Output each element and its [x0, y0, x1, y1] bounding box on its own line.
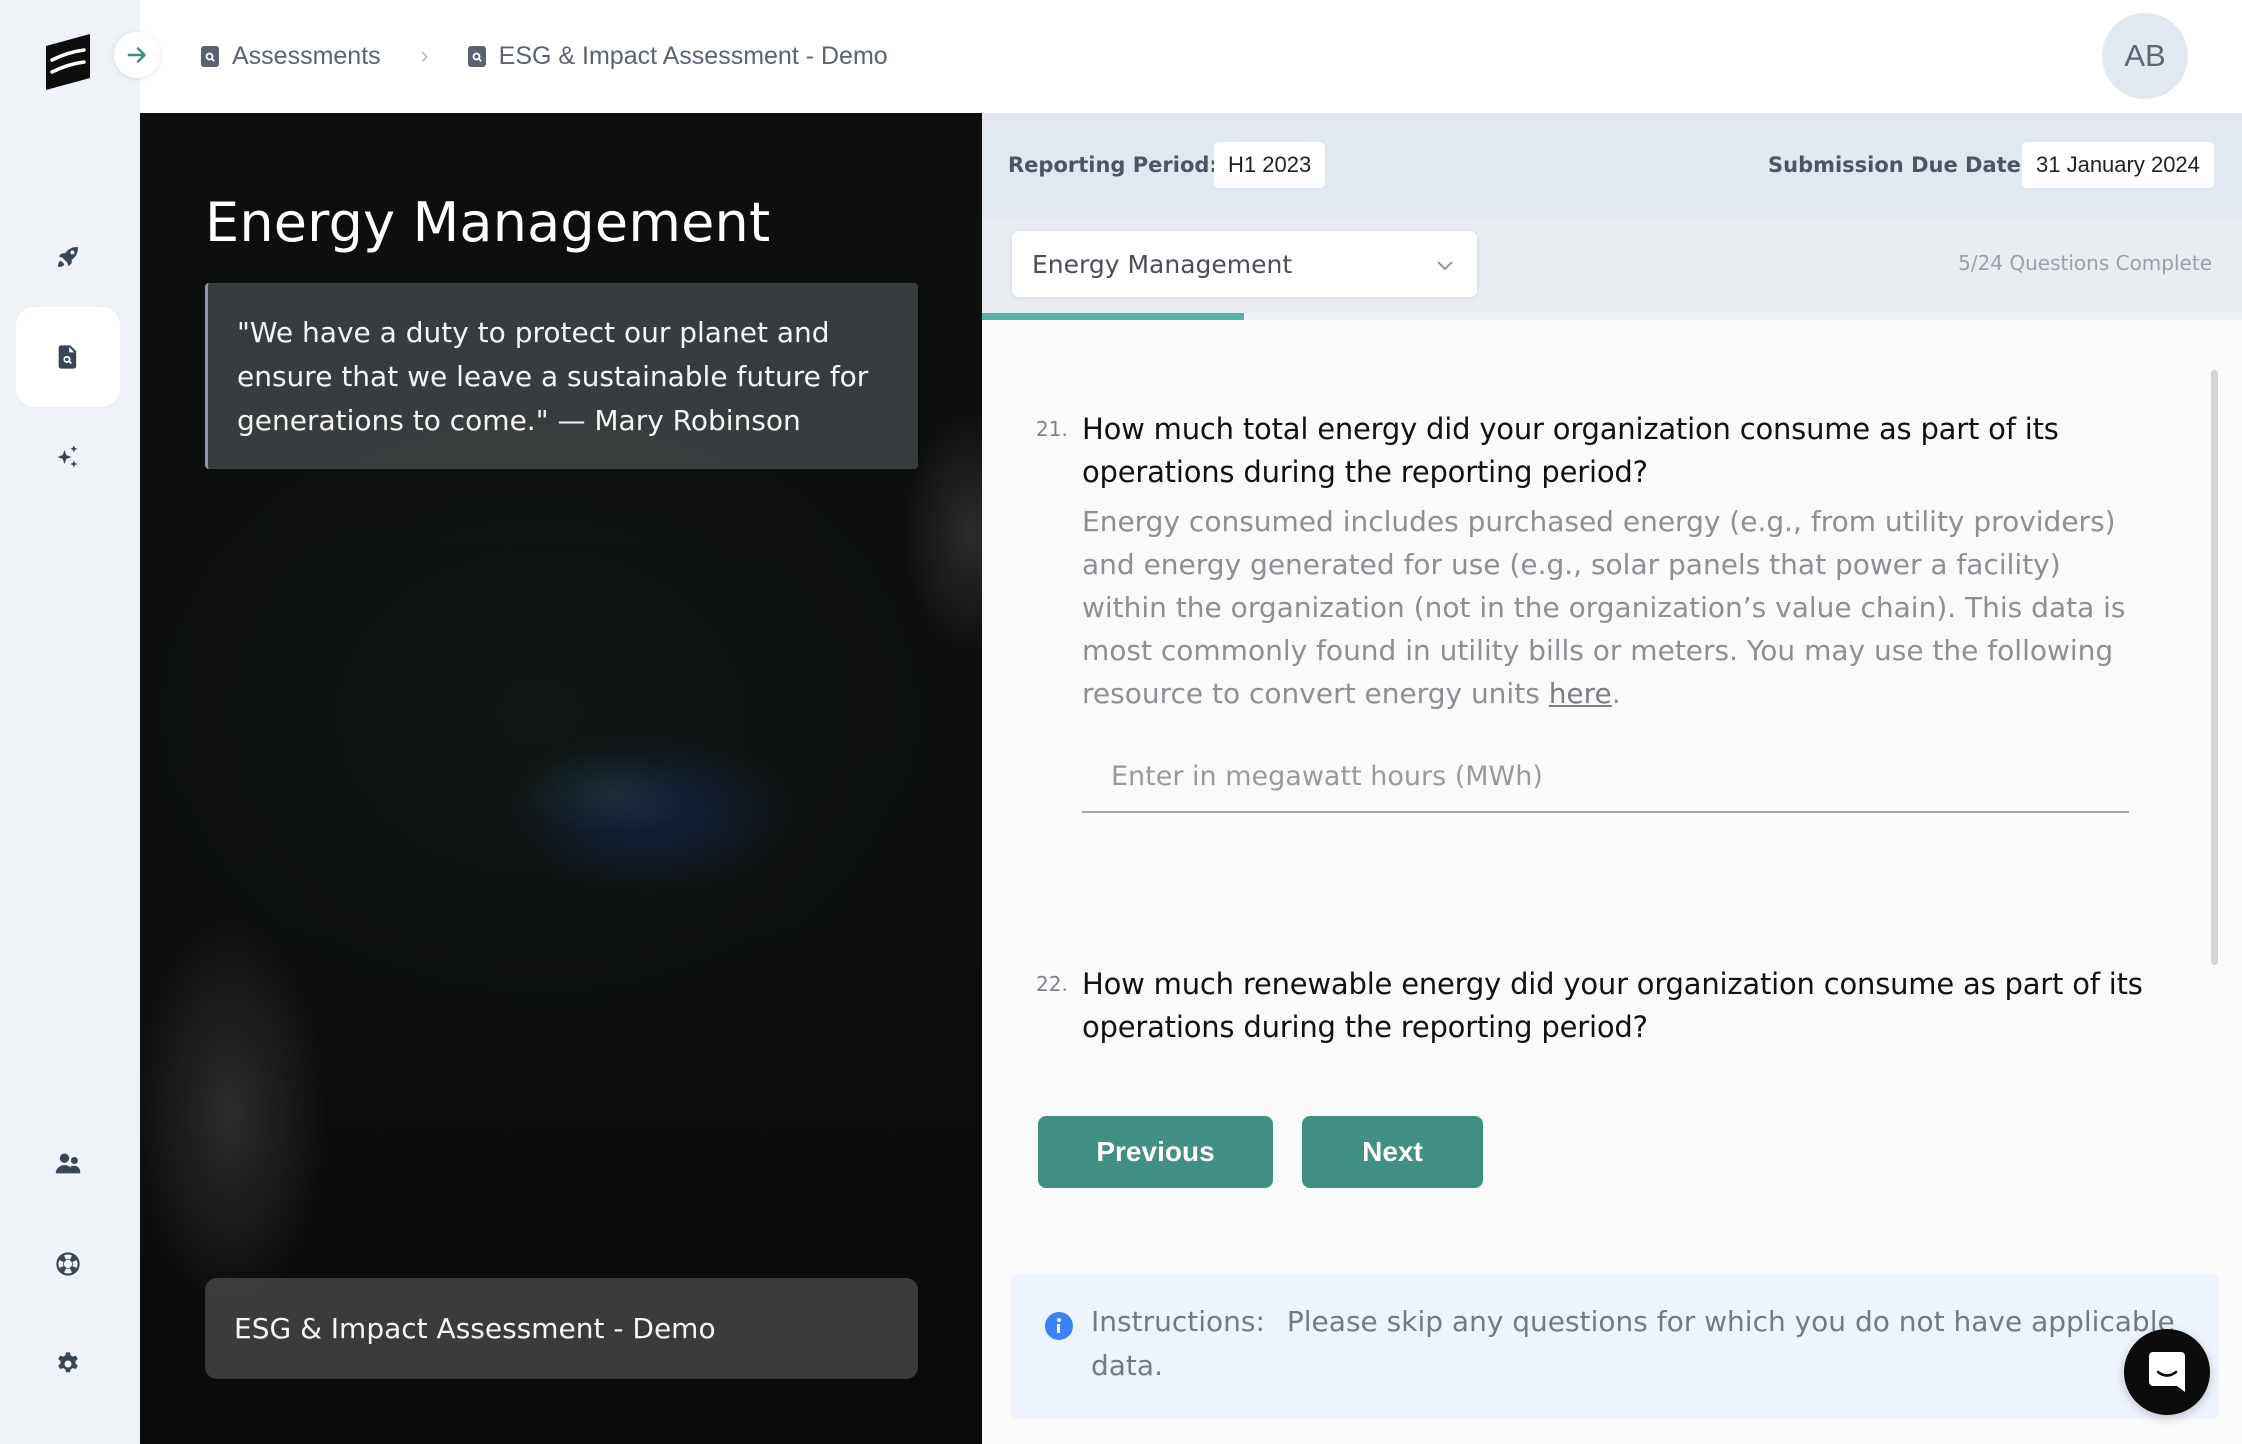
assessment-name: ESG & Impact Assessment - Demo	[234, 1312, 716, 1345]
section-select-value: Energy Management	[1032, 249, 1293, 279]
file-search-icon	[58, 345, 77, 369]
question-number: 22.	[1036, 972, 1068, 996]
assessment-name-card: ESG & Impact Assessment - Demo	[205, 1278, 918, 1379]
assessment-meta-bar: Reporting Period: H1 2023 Submission Due…	[982, 113, 2242, 217]
info-icon	[1045, 1312, 1073, 1340]
total-energy-input[interactable]	[1082, 741, 2129, 813]
gear-icon	[58, 1352, 78, 1373]
question-description: Energy consumed includes purchased energ…	[1082, 500, 2142, 715]
section-selector-bar: Energy Management 5/24 Questions Complet…	[982, 217, 2242, 313]
question-number: 21.	[1036, 417, 1068, 441]
life-ring-icon	[56, 1252, 80, 1276]
instructions-label: Instructions:	[1091, 1305, 1265, 1338]
progress-bar	[982, 313, 2242, 320]
sidebar-item-team[interactable]	[16, 1114, 120, 1214]
instructions-text: Instructions: Please skip any questions f…	[1091, 1300, 2191, 1388]
question-21: 21. How much total energy did your organ…	[1036, 408, 2176, 813]
reporting-period-value: H1 2023	[1214, 142, 1326, 188]
reporting-period-label: Reporting Period:	[1008, 153, 1218, 177]
file-search-icon	[201, 46, 219, 67]
question-22: 22. How much renewable energy did your o…	[1036, 963, 2176, 1049]
breadcrumb-separator: ›	[420, 42, 429, 69]
section-title: Energy Management	[205, 191, 771, 254]
chat-bubble-icon	[2149, 1352, 2185, 1392]
sidebar-item-assessments[interactable]	[16, 307, 120, 407]
sidebar-item-getting-started[interactable]	[16, 207, 120, 307]
section-quote: "We have a duty to protect our planet an…	[205, 283, 918, 469]
breadcrumb-item-current-assessment[interactable]: ESG & Impact Assessment - Demo	[467, 42, 888, 71]
expand-sidebar-button[interactable]	[114, 32, 160, 78]
assessment-form-panel: Reporting Period: H1 2023 Submission Due…	[982, 113, 2242, 1444]
file-search-icon	[467, 46, 486, 67]
previous-button[interactable]: Previous	[1038, 1116, 1273, 1188]
users-icon	[55, 1153, 81, 1174]
top-bar: Assessments › ESG & Impact Assessment - …	[140, 0, 2242, 113]
description-end: .	[1611, 677, 1621, 710]
quote-text: "We have a duty to protect our planet an…	[237, 316, 869, 437]
arrow-right-icon	[127, 47, 146, 63]
question-navigation: Previous Next	[1038, 1116, 1483, 1188]
sidebar-item-settings[interactable]	[16, 1314, 120, 1414]
instructions-banner: Instructions: Please skip any questions f…	[1011, 1274, 2219, 1419]
questions-complete-count: 5/24 Questions Complete	[1958, 251, 2212, 275]
rocket-icon	[58, 247, 78, 267]
breadcrumb-label: Assessments	[232, 41, 381, 70]
sparkles-icon	[57, 445, 78, 468]
sidebar-item-support[interactable]	[16, 1214, 120, 1314]
conversion-resource-link[interactable]: here	[1549, 677, 1612, 710]
section-select-dropdown[interactable]: Energy Management	[1011, 230, 1478, 298]
progress-bar-fill	[982, 313, 1245, 320]
sidebar-item-ai-features[interactable]	[16, 407, 120, 507]
questions-list: 21. How much total energy did your organ…	[982, 320, 2242, 1180]
user-avatar[interactable]: AB	[2102, 13, 2188, 99]
breadcrumb-label: ESG & Impact Assessment - Demo	[498, 41, 888, 70]
questions-scrollbar[interactable]	[2211, 370, 2218, 965]
breadcrumb-item-assessments[interactable]: Assessments	[200, 42, 381, 71]
sidebar	[0, 0, 140, 1444]
section-hero-panel: Energy Management "We have a duty to pro…	[140, 113, 982, 1444]
next-button[interactable]: Next	[1302, 1116, 1483, 1188]
due-date-label: Submission Due Date:	[1768, 153, 2030, 177]
chat-launcher-button[interactable]	[2124, 1329, 2210, 1415]
question-text: How much total energy did your organizat…	[1082, 412, 2059, 489]
breadcrumb: Assessments › ESG & Impact Assessment - …	[200, 36, 888, 76]
due-date-value: 31 January 2024	[2022, 142, 2214, 188]
chevron-down-icon	[1437, 261, 1453, 271]
question-text: How much renewable energy did your organ…	[1082, 967, 2143, 1044]
brand-logo-icon[interactable]	[44, 32, 92, 92]
